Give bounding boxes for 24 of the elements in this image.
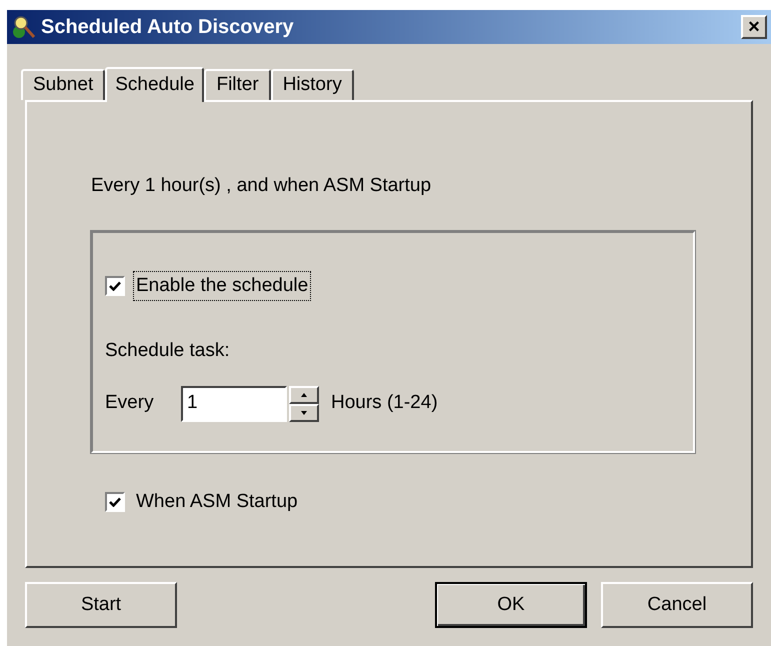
- checkbox[interactable]: [105, 276, 125, 296]
- dialog-button[interactable]: OK: [435, 582, 587, 628]
- schedule-summary: Every 1 hour(s) , and when ASM Startup: [91, 174, 432, 198]
- dialog-button[interactable]: Cancel: [601, 582, 753, 628]
- window-title: Scheduled Auto Discovery: [41, 15, 294, 40]
- checkbox[interactable]: [105, 492, 125, 512]
- every-label: Every: [105, 391, 155, 416]
- close-button[interactable]: ×: [741, 15, 767, 39]
- tab[interactable]: Schedule: [105, 67, 204, 102]
- up-arrow-icon: [301, 392, 307, 396]
- tab[interactable]: History: [270, 69, 354, 100]
- magnifier-icon: [11, 14, 37, 40]
- check-icon: [109, 280, 121, 291]
- spinner[interactable]: [289, 386, 319, 422]
- hours-input[interactable]: 1: [181, 386, 287, 422]
- checkbox-label: When ASM Startup: [135, 490, 299, 514]
- tab[interactable]: Filter: [204, 69, 271, 100]
- down-arrow-icon: [301, 410, 307, 414]
- tab[interactable]: Subnet: [21, 69, 106, 100]
- dialog-button[interactable]: Start: [25, 582, 177, 628]
- checkbox-label: Enable the schedule: [133, 270, 312, 301]
- schedule-task-label: Schedule task:: [105, 339, 231, 363]
- check-icon: [109, 496, 121, 507]
- hours-label: Hours (1-24): [331, 391, 438, 416]
